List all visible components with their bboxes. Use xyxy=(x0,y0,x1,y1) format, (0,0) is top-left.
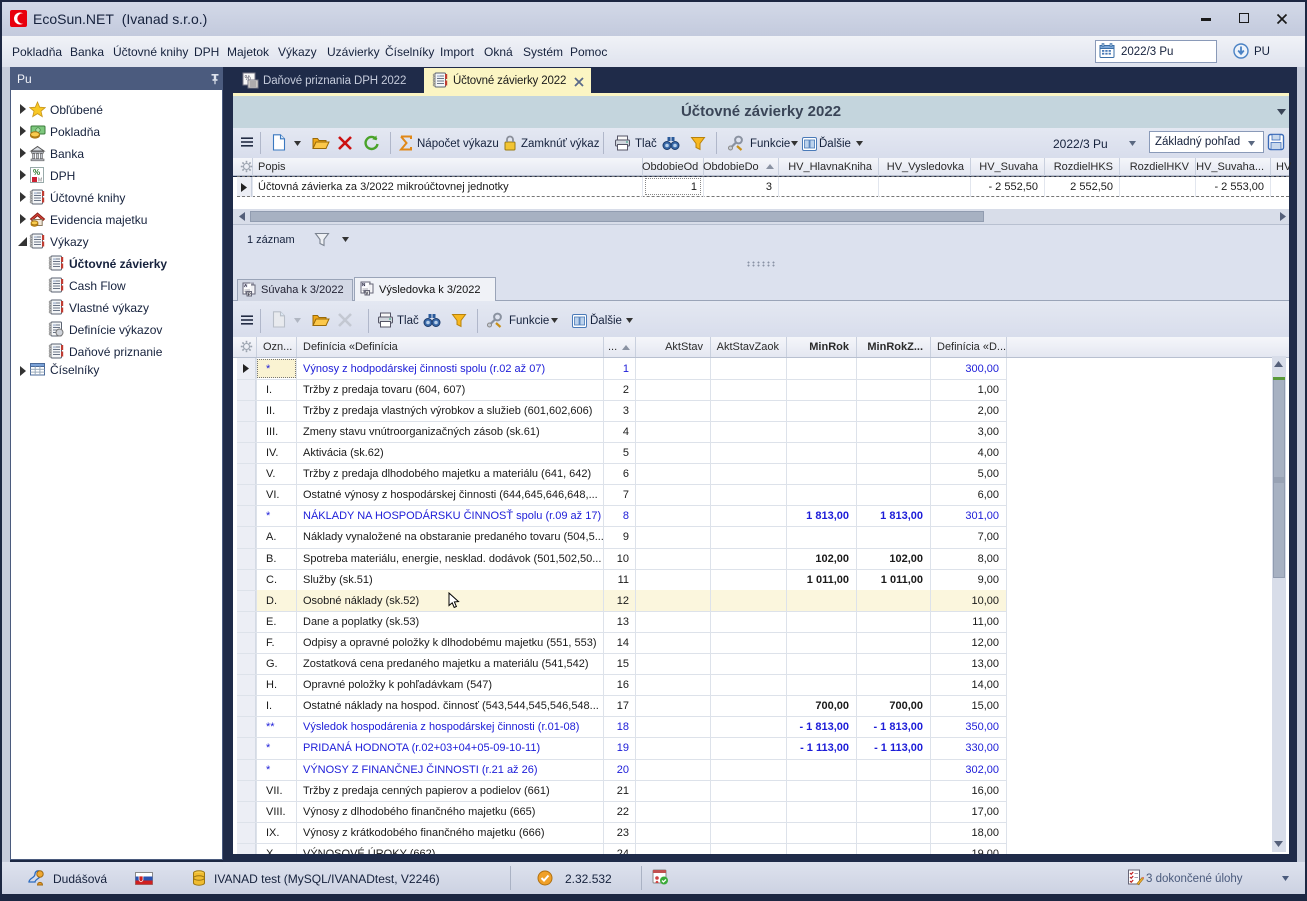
svg-text:P: P xyxy=(248,291,251,296)
svg-text:%: % xyxy=(33,168,40,177)
svg-text:M: M xyxy=(38,178,42,184)
svg-text:V: V xyxy=(365,290,368,295)
svg-text:N: N xyxy=(362,282,365,287)
